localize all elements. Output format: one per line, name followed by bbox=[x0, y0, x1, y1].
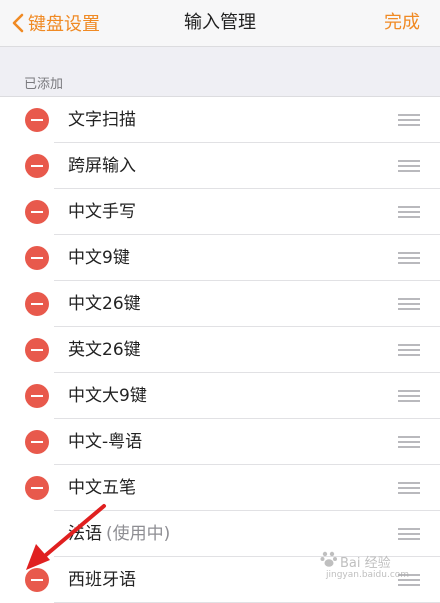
list-item: 中文五笔 bbox=[0, 465, 440, 511]
reorder-handle-icon[interactable] bbox=[398, 344, 420, 356]
reorder-handle-icon[interactable] bbox=[398, 252, 420, 264]
delete-icon[interactable] bbox=[25, 430, 49, 454]
list-item: 中文手写 bbox=[0, 189, 440, 235]
in-use-status: (使用中) bbox=[106, 524, 171, 544]
back-button-label: 键盘设置 bbox=[28, 14, 100, 35]
delete-icon[interactable] bbox=[25, 476, 49, 500]
chevron-left-icon bbox=[12, 13, 24, 33]
list-item: 英文26键 bbox=[0, 327, 440, 373]
list-item: 中文大9键 bbox=[0, 373, 440, 419]
list-item-label: 中文9键 bbox=[68, 248, 130, 268]
delete-icon[interactable] bbox=[25, 384, 49, 408]
list-item: 中文-粤语 bbox=[0, 419, 440, 465]
list-item-label: 中文26键 bbox=[68, 294, 141, 314]
reorder-handle-icon[interactable] bbox=[398, 528, 420, 540]
list-item: 跨屏输入 bbox=[0, 143, 440, 189]
list-item-label: 西班牙语 bbox=[68, 570, 136, 590]
reorder-handle-icon[interactable] bbox=[398, 160, 420, 172]
list-item-in-use: 法语 (使用中) bbox=[0, 511, 440, 557]
delete-icon[interactable] bbox=[25, 108, 49, 132]
reorder-handle-icon[interactable] bbox=[398, 574, 420, 586]
list-item-label: 中文-粤语 bbox=[68, 432, 143, 452]
list-item-label: 法语 (使用中) bbox=[68, 524, 171, 544]
delete-icon[interactable] bbox=[25, 246, 49, 270]
list-item-label: 中文五笔 bbox=[68, 478, 136, 498]
reorder-handle-icon[interactable] bbox=[398, 114, 420, 126]
reorder-handle-icon[interactable] bbox=[398, 298, 420, 310]
reorder-handle-icon[interactable] bbox=[398, 390, 420, 402]
list-item-label: 跨屏输入 bbox=[68, 156, 136, 176]
delete-icon[interactable] bbox=[25, 338, 49, 362]
list-item-label: 文字扫描 bbox=[68, 110, 136, 130]
section-header-added: 已添加 bbox=[24, 77, 64, 92]
delete-icon[interactable] bbox=[25, 568, 49, 592]
delete-icon[interactable] bbox=[25, 292, 49, 316]
list-item-label: 中文大9键 bbox=[68, 386, 147, 406]
navigation-bar: 键盘设置 输入管理 完成 bbox=[0, 0, 440, 47]
reorder-handle-icon[interactable] bbox=[398, 482, 420, 494]
list-item: 文字扫描 bbox=[0, 97, 440, 143]
reorder-handle-icon[interactable] bbox=[398, 206, 420, 218]
delete-icon[interactable] bbox=[25, 200, 49, 224]
back-button[interactable]: 键盘设置 bbox=[12, 0, 100, 46]
reorder-handle-icon[interactable] bbox=[398, 436, 420, 448]
list-item-label: 中文手写 bbox=[68, 202, 136, 222]
input-method-list: 文字扫描 跨屏输入 中文手写 中文9键 中文26键 英文26键 中文大9键 中文… bbox=[0, 96, 440, 603]
list-item-label: 英文26键 bbox=[68, 340, 141, 360]
list-item: 中文9键 bbox=[0, 235, 440, 281]
list-item: 中文26键 bbox=[0, 281, 440, 327]
delete-icon[interactable] bbox=[25, 154, 49, 178]
done-button[interactable]: 完成 bbox=[384, 0, 420, 46]
list-item: 西班牙语 bbox=[0, 557, 440, 603]
